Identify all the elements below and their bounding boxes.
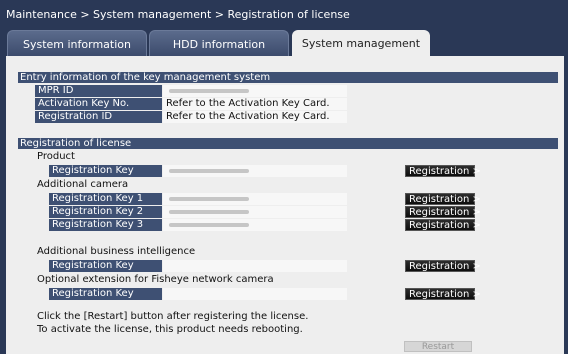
product-key-input[interactable] bbox=[163, 165, 347, 177]
breadcrumb: Maintenance > System management > Regist… bbox=[6, 8, 350, 21]
camera-key-2-label: Registration Key 2 bbox=[49, 206, 162, 218]
bi-key-label: Registration Key bbox=[49, 260, 162, 272]
masked-value bbox=[169, 223, 249, 227]
masked-value bbox=[169, 197, 249, 201]
mpr-id-label: MPR ID bbox=[35, 85, 162, 97]
registration-id-label: Registration ID bbox=[35, 111, 162, 123]
note-line-1: Click the [Restart] button after registe… bbox=[37, 311, 309, 322]
product-key-label: Registration Key bbox=[49, 165, 162, 177]
product-label: Product bbox=[37, 151, 75, 162]
activation-key-value: Refer to the Activation Key Card. bbox=[163, 98, 347, 110]
tab-system-information[interactable]: System information bbox=[7, 30, 147, 57]
camera-key-1-registration-button[interactable]: Registration > bbox=[405, 193, 481, 205]
fisheye-label: Optional extension for Fisheye network c… bbox=[37, 274, 274, 285]
camera-key-2-input[interactable] bbox=[163, 206, 347, 218]
business-intelligence-label: Additional business intelligence bbox=[37, 246, 196, 257]
fisheye-key-label: Registration Key bbox=[49, 288, 162, 300]
key-info-header: Entry information of the key management … bbox=[18, 72, 558, 83]
fisheye-key-input[interactable] bbox=[163, 288, 347, 300]
masked-value bbox=[169, 210, 249, 214]
camera-key-2-registration-button[interactable]: Registration > bbox=[405, 206, 481, 218]
camera-key-3-label: Registration Key 3 bbox=[49, 219, 162, 231]
fisheye-registration-button[interactable]: Registration > bbox=[405, 288, 481, 300]
mpr-id-value bbox=[163, 85, 347, 97]
tab-hdd-information[interactable]: HDD information bbox=[149, 30, 289, 57]
note-line-2: To activate the license, this product ne… bbox=[37, 324, 303, 335]
restart-button[interactable]: Restart bbox=[404, 341, 472, 352]
camera-key-3-input[interactable] bbox=[163, 219, 347, 231]
camera-key-1-label: Registration Key 1 bbox=[49, 193, 162, 205]
camera-key-3-registration-button[interactable]: Registration > bbox=[405, 219, 481, 231]
masked-value bbox=[169, 89, 249, 93]
masked-value bbox=[169, 169, 249, 173]
additional-camera-label: Additional camera bbox=[37, 179, 129, 190]
license-header: Registration of license bbox=[18, 138, 558, 149]
activation-key-label: Activation Key No. bbox=[35, 98, 162, 110]
product-registration-button[interactable]: Registration > bbox=[405, 165, 481, 177]
camera-key-1-input[interactable] bbox=[163, 193, 347, 205]
bi-key-input[interactable] bbox=[163, 260, 347, 272]
registration-id-value: Refer to the Activation Key Card. bbox=[163, 111, 347, 123]
bi-registration-button[interactable]: Registration > bbox=[405, 260, 481, 272]
tab-system-management[interactable]: System management bbox=[292, 30, 430, 57]
